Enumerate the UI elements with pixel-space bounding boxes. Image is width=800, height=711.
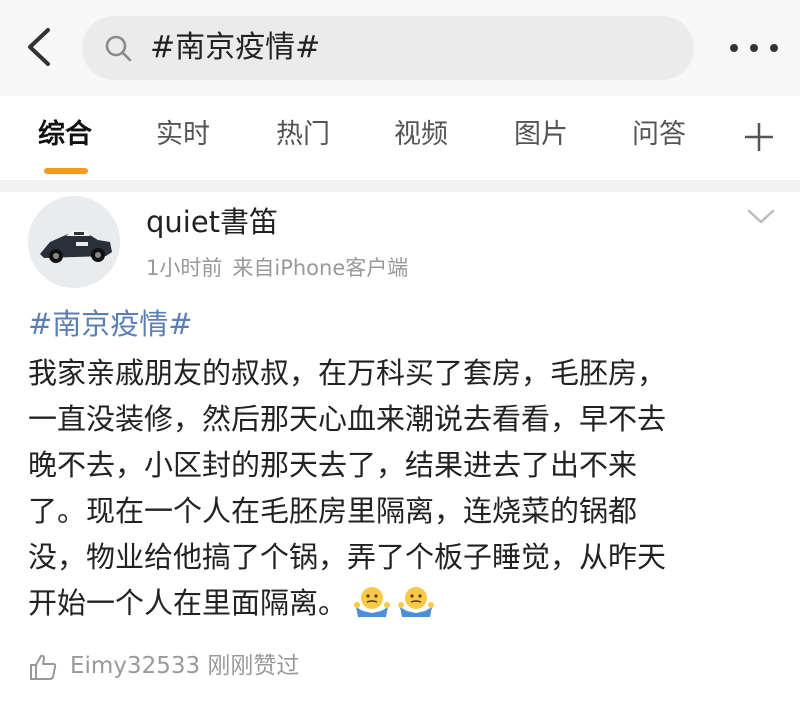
thumbs-up-icon[interactable] — [28, 652, 58, 682]
section-divider — [0, 180, 800, 192]
shrug-emoji-icon — [354, 587, 391, 617]
tab-images[interactable]: 图片 — [514, 118, 568, 152]
plus-icon[interactable] — [742, 120, 776, 154]
tab-realtime[interactable]: 实时 — [156, 118, 210, 152]
search-query[interactable]: #南京疫情# — [150, 30, 320, 66]
tab-bar: 综合 实时 热门 视频 图片 问答 — [0, 96, 800, 180]
tab-hot[interactable]: 热门 — [276, 118, 330, 152]
tab-video[interactable]: 视频 — [394, 118, 448, 152]
post-line-last: 开始一个人在里面隔离。 — [28, 580, 776, 626]
post-line: 没，物业给他搞了个锅，弄了个板子睡觉，从昨天 — [28, 540, 667, 574]
post-line: 晚不去，小区封的那天去了，结果进去了出不来 — [28, 448, 638, 482]
author-name[interactable]: quiet書笛 — [146, 202, 278, 242]
post-line: 我家亲戚朋友的叔叔，在万科买了套房，毛胚房， — [28, 356, 667, 390]
avatar[interactable] — [28, 196, 120, 288]
back-arrow-icon[interactable] — [18, 22, 62, 72]
tab-comprehensive[interactable]: 综合 — [38, 118, 92, 152]
top-bar: #南京疫情# — [0, 0, 800, 96]
more-options-icon[interactable] — [724, 34, 784, 62]
post-line: 了。现在一个人在毛胚房里隔离，连烧菜的锅都 — [28, 494, 638, 528]
tab-qa[interactable]: 问答 — [632, 118, 686, 152]
car-avatar-icon — [28, 196, 120, 288]
post-time: 1小时前 — [146, 256, 223, 280]
post-body: 我家亲戚朋友的叔叔，在万科买了套房，毛胚房， 一直没装修，然后那天心血来潮说去看… — [28, 350, 776, 626]
post-meta: 1小时前 来自iPhone客户端 — [146, 254, 408, 282]
shrug-emoji-icon — [398, 587, 435, 617]
post-line: 一直没装修，然后那天心血来潮说去看看，早不去 — [28, 402, 667, 436]
like-text: Eimy32533 刚刚赞过 — [70, 653, 300, 679]
search-bar[interactable]: #南京疫情# — [82, 16, 694, 80]
post-line-text: 开始一个人在里面隔离。 — [28, 586, 348, 620]
search-icon — [105, 35, 132, 62]
post-source: 来自iPhone客户端 — [232, 256, 409, 280]
active-tab-indicator — [44, 168, 88, 174]
hashtag-link[interactable]: #南京疫情# — [28, 304, 193, 344]
chevron-down-icon[interactable] — [744, 204, 778, 228]
